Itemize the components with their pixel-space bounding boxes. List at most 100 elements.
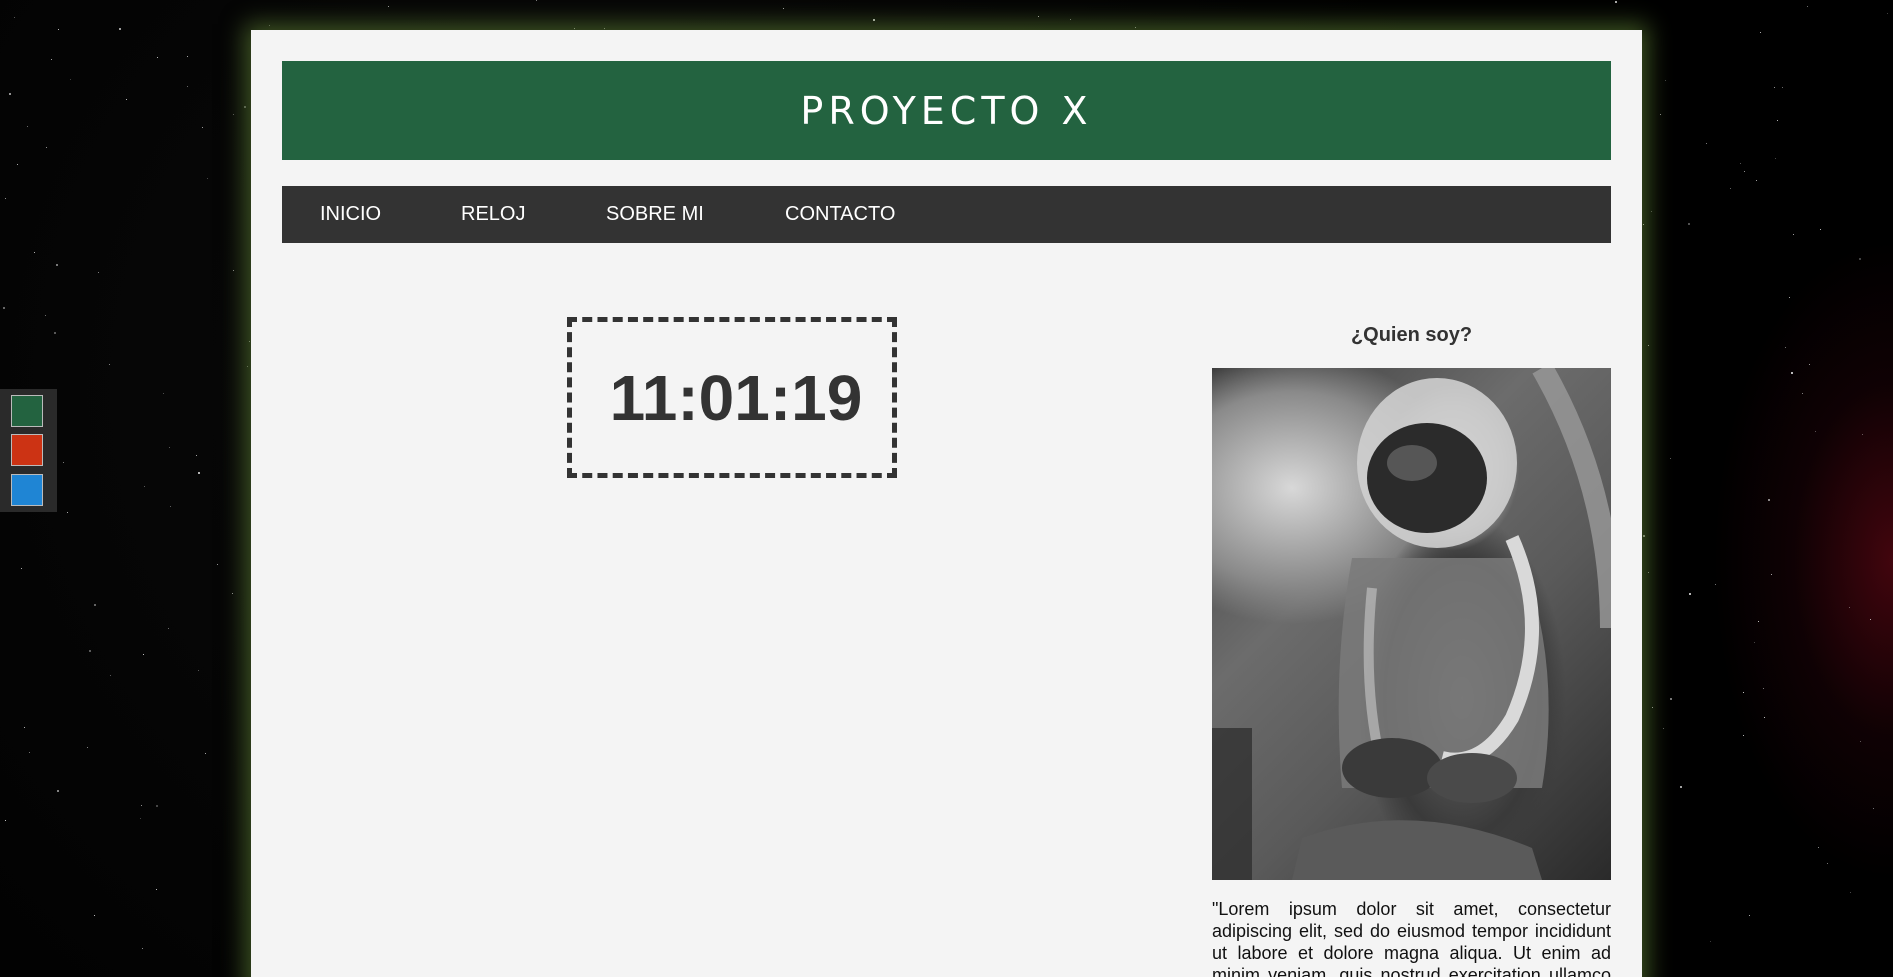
star-dot bbox=[1615, 1, 1617, 3]
star-dot bbox=[873, 19, 875, 21]
star-dot bbox=[170, 506, 171, 507]
star-dot bbox=[1070, 19, 1071, 20]
star-dot bbox=[67, 512, 68, 513]
star-dot bbox=[1648, 572, 1649, 573]
star-dot bbox=[1789, 297, 1790, 298]
star-dot bbox=[1754, 642, 1755, 643]
star-dot bbox=[1710, 941, 1711, 942]
star-dot bbox=[1820, 229, 1821, 230]
astronaut-photo bbox=[1212, 368, 1611, 880]
star-dot bbox=[1809, 364, 1810, 365]
star-dot bbox=[1827, 863, 1828, 864]
star-dot bbox=[1648, 345, 1649, 346]
star-dot bbox=[46, 147, 47, 148]
star-dot bbox=[1849, 607, 1850, 608]
star-dot bbox=[17, 164, 18, 165]
star-dot bbox=[142, 948, 143, 949]
star-dot bbox=[1706, 143, 1707, 144]
site-title: PROYECTO X bbox=[800, 88, 1093, 133]
theme-blue-swatch[interactable] bbox=[11, 474, 43, 506]
star-dot bbox=[198, 472, 200, 474]
star-dot bbox=[536, 0, 537, 1]
star-dot bbox=[1670, 698, 1672, 700]
star-dot bbox=[187, 86, 188, 87]
about-bio: "Lorem ipsum dolor sit amet, consectetur… bbox=[1212, 899, 1611, 977]
nav-link-inicio[interactable]: INICIO bbox=[320, 203, 381, 226]
star-dot bbox=[1768, 499, 1770, 501]
star-dot bbox=[51, 59, 52, 60]
star-dot bbox=[1670, 458, 1671, 459]
star-dot bbox=[21, 568, 22, 569]
star-dot bbox=[163, 393, 164, 394]
star-dot bbox=[1818, 847, 1819, 848]
nav-link-contacto[interactable]: CONTACTO bbox=[785, 203, 895, 226]
star-dot bbox=[1870, 619, 1871, 620]
star-dot bbox=[233, 270, 234, 271]
star-dot bbox=[141, 805, 142, 806]
star-dot bbox=[1689, 593, 1691, 595]
star-dot bbox=[1744, 171, 1745, 172]
star-dot bbox=[1688, 223, 1690, 225]
star-dot bbox=[94, 915, 95, 916]
star-dot bbox=[1777, 120, 1778, 121]
site-header: PROYECTO X bbox=[282, 61, 1611, 160]
star-dot bbox=[1756, 180, 1757, 181]
star-dot bbox=[29, 752, 30, 753]
nav-link-sobre-mi[interactable]: SOBRE MI bbox=[606, 203, 704, 226]
star-dot bbox=[58, 29, 59, 30]
star-dot bbox=[1862, 434, 1863, 435]
page-container: PROYECTO X INICIO RELOJ SOBRE MI CONTACT… bbox=[251, 30, 1642, 977]
star-dot bbox=[1802, 393, 1803, 394]
theme-red-swatch[interactable] bbox=[11, 434, 43, 466]
star-dot bbox=[1643, 535, 1645, 537]
star-dot bbox=[1652, 707, 1653, 708]
star-dot bbox=[1873, 808, 1874, 809]
star-dot bbox=[1743, 735, 1744, 736]
star-dot bbox=[3, 307, 5, 309]
star-dot bbox=[168, 628, 169, 629]
star-dot bbox=[196, 455, 197, 456]
star-dot bbox=[169, 447, 170, 448]
star-dot bbox=[187, 56, 188, 57]
star-dot bbox=[110, 675, 111, 676]
star-dot bbox=[247, 366, 248, 367]
star-dot bbox=[157, 57, 158, 58]
star-dot bbox=[144, 486, 145, 487]
star-dot bbox=[1665, 80, 1666, 81]
star-dot bbox=[126, 99, 127, 100]
star-dot bbox=[156, 889, 157, 890]
star-dot bbox=[1774, 87, 1775, 88]
star-dot bbox=[5, 198, 6, 199]
star-dot bbox=[140, 818, 141, 819]
star-dot bbox=[1730, 188, 1731, 189]
star-dot bbox=[1815, 431, 1816, 432]
star-dot bbox=[143, 654, 144, 655]
star-dot bbox=[244, 106, 246, 108]
star-dot bbox=[1680, 786, 1682, 788]
star-dot bbox=[14, 17, 15, 18]
nav-link-reloj[interactable]: RELOJ bbox=[461, 203, 525, 226]
star-dot bbox=[1715, 584, 1716, 585]
star-dot bbox=[56, 264, 58, 266]
star-dot bbox=[1850, 892, 1851, 893]
star-dot bbox=[87, 747, 88, 748]
clock-display: 11:01:19 bbox=[567, 317, 897, 478]
star-dot bbox=[1791, 372, 1793, 374]
star-dot bbox=[388, 6, 389, 7]
star-dot bbox=[207, 178, 208, 179]
star-dot bbox=[34, 252, 35, 253]
star-dot bbox=[1740, 163, 1741, 164]
star-dot bbox=[1807, 6, 1808, 7]
star-dot bbox=[24, 727, 25, 728]
star-dot bbox=[269, 25, 270, 26]
star-dot bbox=[574, 28, 575, 29]
star-dot bbox=[63, 462, 64, 463]
star-dot bbox=[217, 564, 218, 565]
star-dot bbox=[54, 332, 56, 334]
theme-green-swatch[interactable] bbox=[11, 395, 43, 427]
star-dot bbox=[156, 805, 158, 807]
star-dot bbox=[1785, 347, 1786, 348]
star-dot bbox=[1651, 211, 1652, 212]
star-dot bbox=[1782, 87, 1783, 88]
star-dot bbox=[27, 126, 28, 127]
